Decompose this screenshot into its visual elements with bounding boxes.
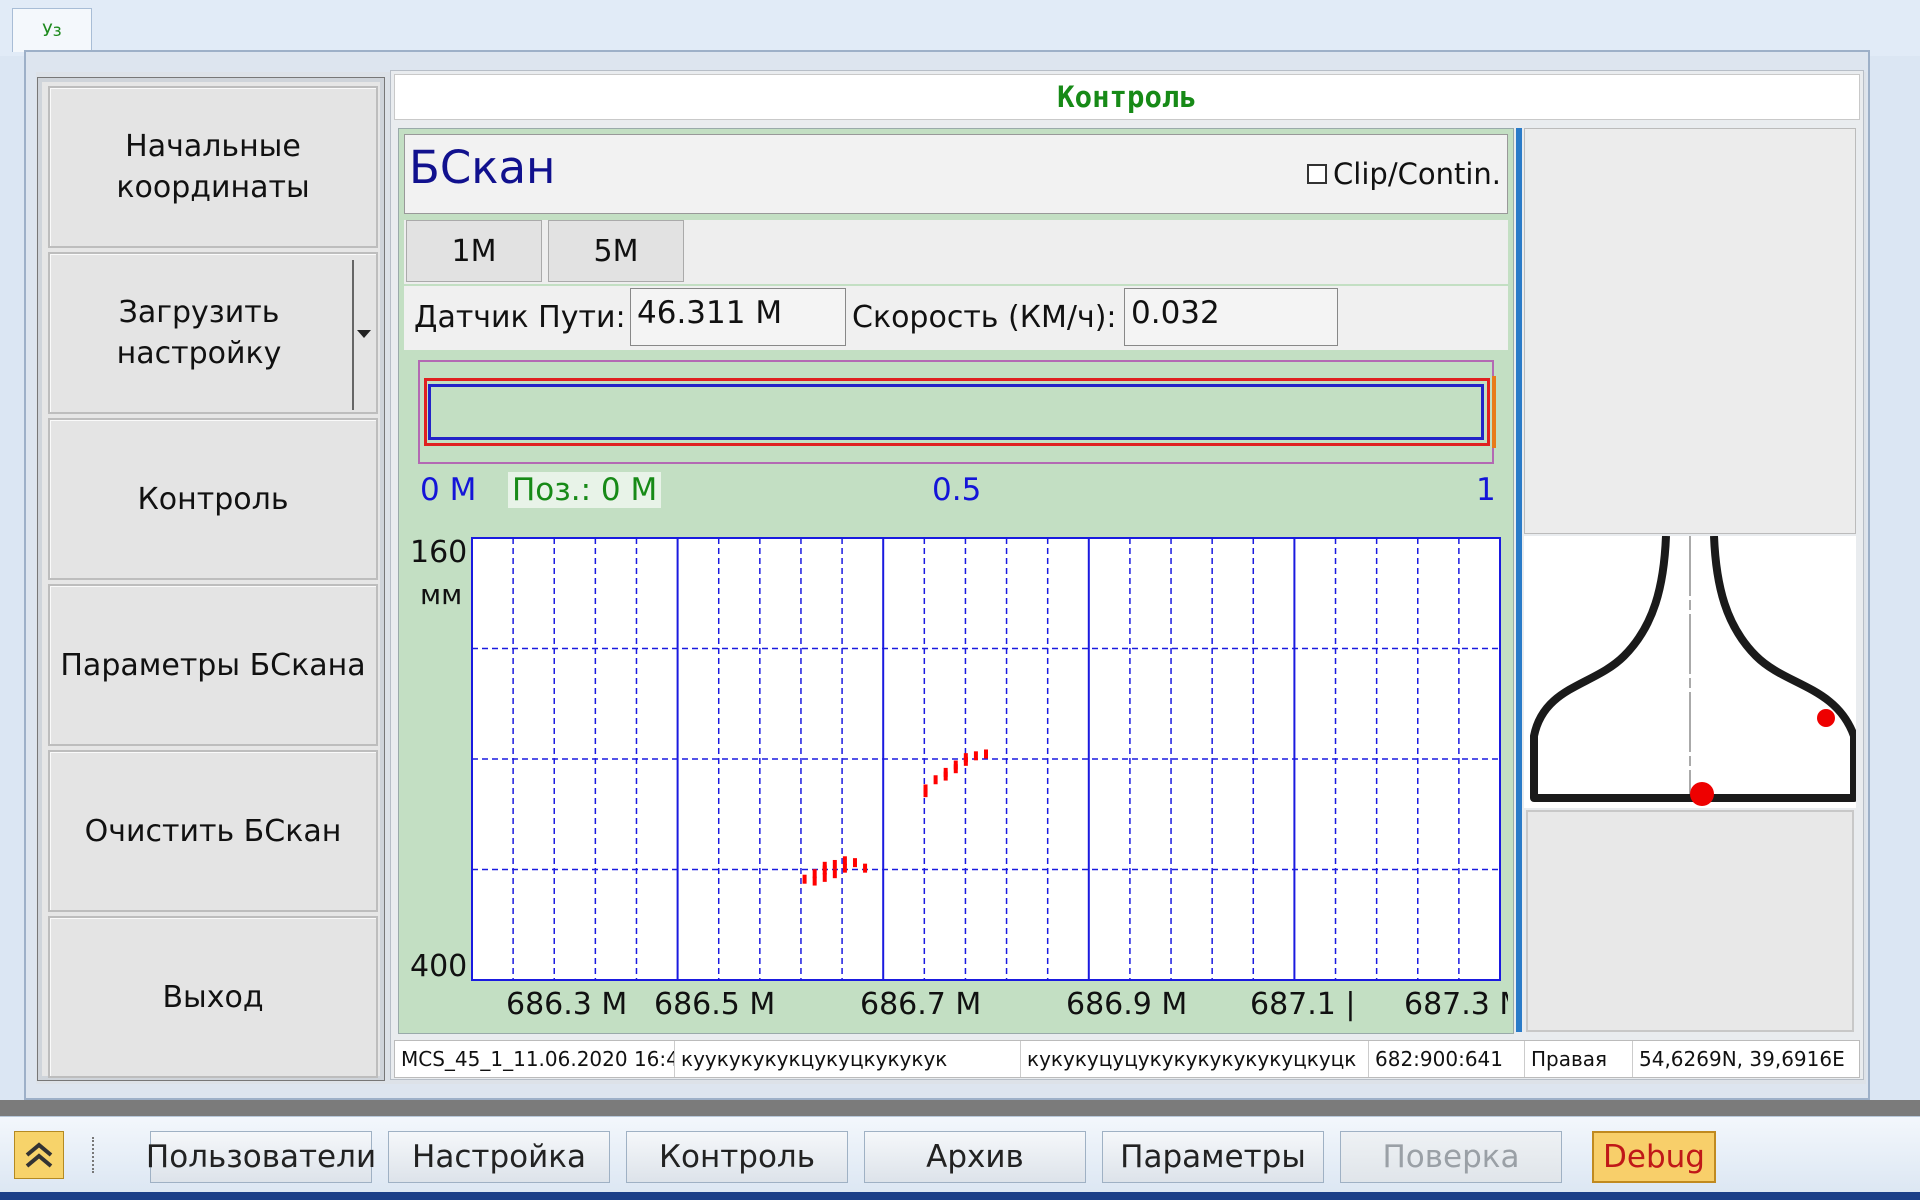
checkbox-icon[interactable] bbox=[1307, 164, 1328, 184]
speed-label: Скорость (КМ/ч): bbox=[852, 300, 1117, 335]
y-unit-label: мм bbox=[420, 578, 462, 611]
status-file: MCS_45_1_11.06.2020 16:4 bbox=[395, 1041, 675, 1077]
collapse-glyph bbox=[25, 1142, 53, 1168]
echo-point bbox=[822, 872, 827, 882]
bottom-toolbar: Пользователи Настройка Контроль Архив Па… bbox=[0, 1116, 1920, 1196]
nav-parameters-button[interactable]: Параметры bbox=[1102, 1131, 1324, 1183]
overview-strip[interactable] bbox=[418, 360, 1496, 464]
rail-profile-icon bbox=[1530, 535, 1858, 806]
zoom-5m-button[interactable]: 5M bbox=[548, 220, 684, 282]
debug-button[interactable]: Debug bbox=[1592, 1131, 1716, 1183]
x-tick-label: 687.1 | bbox=[1250, 987, 1356, 1022]
bscan-plot[interactable]: 160 мм 400 686.3 M 686.5 M 686.7 M 686.9 M 6… bbox=[404, 530, 1508, 1022]
scale-start: 0 M bbox=[420, 472, 477, 508]
y-bottom-label: 400 bbox=[410, 949, 467, 984]
rail-top-panel bbox=[1524, 128, 1856, 534]
echo-point bbox=[802, 874, 807, 884]
taskbar-edge bbox=[0, 1192, 1920, 1200]
echo-point bbox=[973, 751, 978, 761]
scale-mid: 0.5 bbox=[932, 472, 982, 508]
echo-point bbox=[963, 756, 968, 766]
panel-divider bbox=[1516, 128, 1522, 1032]
x-tick-label: 686.3 M bbox=[506, 987, 627, 1022]
echo-point bbox=[832, 859, 837, 869]
nav-control-button[interactable]: Контроль bbox=[626, 1131, 848, 1183]
bscan-title: БСкан bbox=[409, 141, 556, 194]
bscan-params-label: Параметры БСкана bbox=[60, 647, 366, 683]
clear-bscan-button[interactable]: Очистить БСкан bbox=[48, 750, 378, 912]
split-divider bbox=[352, 260, 354, 410]
path-sensor-field[interactable]: 46.311 M bbox=[630, 288, 846, 346]
control-menu-label: Контроль bbox=[137, 481, 289, 517]
initial-coordinates-label: Начальные координаты bbox=[116, 129, 310, 205]
nav-verification-button: Поверка bbox=[1340, 1131, 1562, 1183]
echo-point bbox=[984, 749, 988, 759]
load-settings-label: Загрузить настройку bbox=[116, 295, 282, 371]
chevron-down-icon[interactable] bbox=[357, 330, 371, 338]
overview-scale: 0 M Поз.: 0 M 0.5 1 bbox=[404, 468, 1508, 514]
overview-range-blue bbox=[428, 384, 1484, 440]
echo-point bbox=[943, 771, 948, 781]
status-gps: 54,6269N, 39,6916E bbox=[1639, 1047, 1845, 1071]
page-title: Контроль bbox=[1057, 80, 1197, 114]
position-label: Поз.: 0 M bbox=[508, 472, 662, 508]
status-coordinate: 682:900:641 bbox=[1369, 1041, 1525, 1077]
toolbar-grip[interactable] bbox=[92, 1137, 100, 1173]
echo-point bbox=[852, 858, 857, 868]
clear-bscan-label: Очистить БСкан bbox=[84, 813, 342, 849]
tab-uz[interactable]: Уз bbox=[12, 8, 92, 52]
rail-profile-panel bbox=[1524, 535, 1858, 808]
x-tick-label: 686.5 M bbox=[654, 987, 775, 1022]
echo-point bbox=[923, 788, 928, 798]
echo-point bbox=[953, 764, 958, 774]
zoom-1m-button[interactable]: 1M bbox=[406, 220, 542, 282]
nav-users-button[interactable]: Пользователи bbox=[146, 1131, 376, 1183]
echo-point bbox=[812, 876, 817, 886]
load-settings-button[interactable]: Загрузить настройку bbox=[48, 252, 378, 414]
exit-button[interactable]: Выход bbox=[48, 916, 378, 1078]
clip-contin-toggle[interactable]: Clip/Contin. bbox=[1307, 157, 1501, 191]
double-chevron-up-icon[interactable] bbox=[14, 1131, 64, 1179]
bscan-params-button[interactable]: Параметры БСкана bbox=[48, 584, 378, 746]
bscan-plot-svg: 160 мм 400 686.3 M 686.5 M 686.7 M 686.9 M 6… bbox=[410, 535, 1508, 1022]
status-side: Правая bbox=[1525, 1041, 1633, 1077]
scale-end: 1 bbox=[1476, 472, 1496, 508]
overview-end-marker bbox=[1492, 376, 1496, 448]
initial-coordinates-button[interactable]: Начальные координаты bbox=[48, 86, 378, 248]
sensor-row: Датчик Пути: 46.311 M Скорость (КМ/ч): 0… bbox=[404, 286, 1508, 350]
clip-contin-label: Clip/Contin. bbox=[1333, 157, 1501, 191]
path-sensor-label: Датчик Пути: bbox=[414, 300, 626, 335]
echo-point bbox=[842, 863, 847, 873]
rail-bottom-panel bbox=[1526, 810, 1854, 1032]
bscan-header: БСкан Clip/Contin. bbox=[404, 134, 1508, 214]
status-field-2: кукукуцуцукукукукукукуцкуцк bbox=[1021, 1041, 1369, 1077]
x-tick-label: 686.9 M bbox=[1066, 987, 1187, 1022]
left-menu: Начальные координаты Загрузить настройку… bbox=[37, 77, 385, 1081]
speed-field[interactable]: 0.032 bbox=[1124, 288, 1338, 346]
toolbar-separator bbox=[0, 1100, 1920, 1116]
x-tick-label: 686.7 M bbox=[860, 987, 981, 1022]
status-bar: MCS_45_1_11.06.2020 16:4 куукукукукцукуц… bbox=[394, 1040, 1860, 1078]
echo-point bbox=[822, 861, 827, 871]
nav-archive-button[interactable]: Архив bbox=[864, 1131, 1086, 1183]
probe-point-bottom bbox=[1690, 782, 1714, 806]
x-tick-label: 687.3 M bbox=[1404, 987, 1508, 1022]
control-menu-button[interactable]: Контроль bbox=[48, 418, 378, 580]
exit-label: Выход bbox=[162, 979, 264, 1015]
page-title-bar: Контроль bbox=[394, 74, 1860, 120]
nav-settings-button[interactable]: Настройка bbox=[388, 1131, 610, 1183]
echo-point bbox=[933, 775, 938, 785]
probe-point-side bbox=[1817, 709, 1835, 727]
y-top-label: 160 bbox=[410, 535, 467, 570]
tab-strip bbox=[0, 0, 1920, 56]
echo-point bbox=[863, 863, 868, 873]
echo-point bbox=[832, 869, 837, 879]
status-field-1: куукукукукцукуцкукукук bbox=[675, 1041, 1021, 1077]
zoom-row: 1M 5M bbox=[404, 220, 1508, 284]
